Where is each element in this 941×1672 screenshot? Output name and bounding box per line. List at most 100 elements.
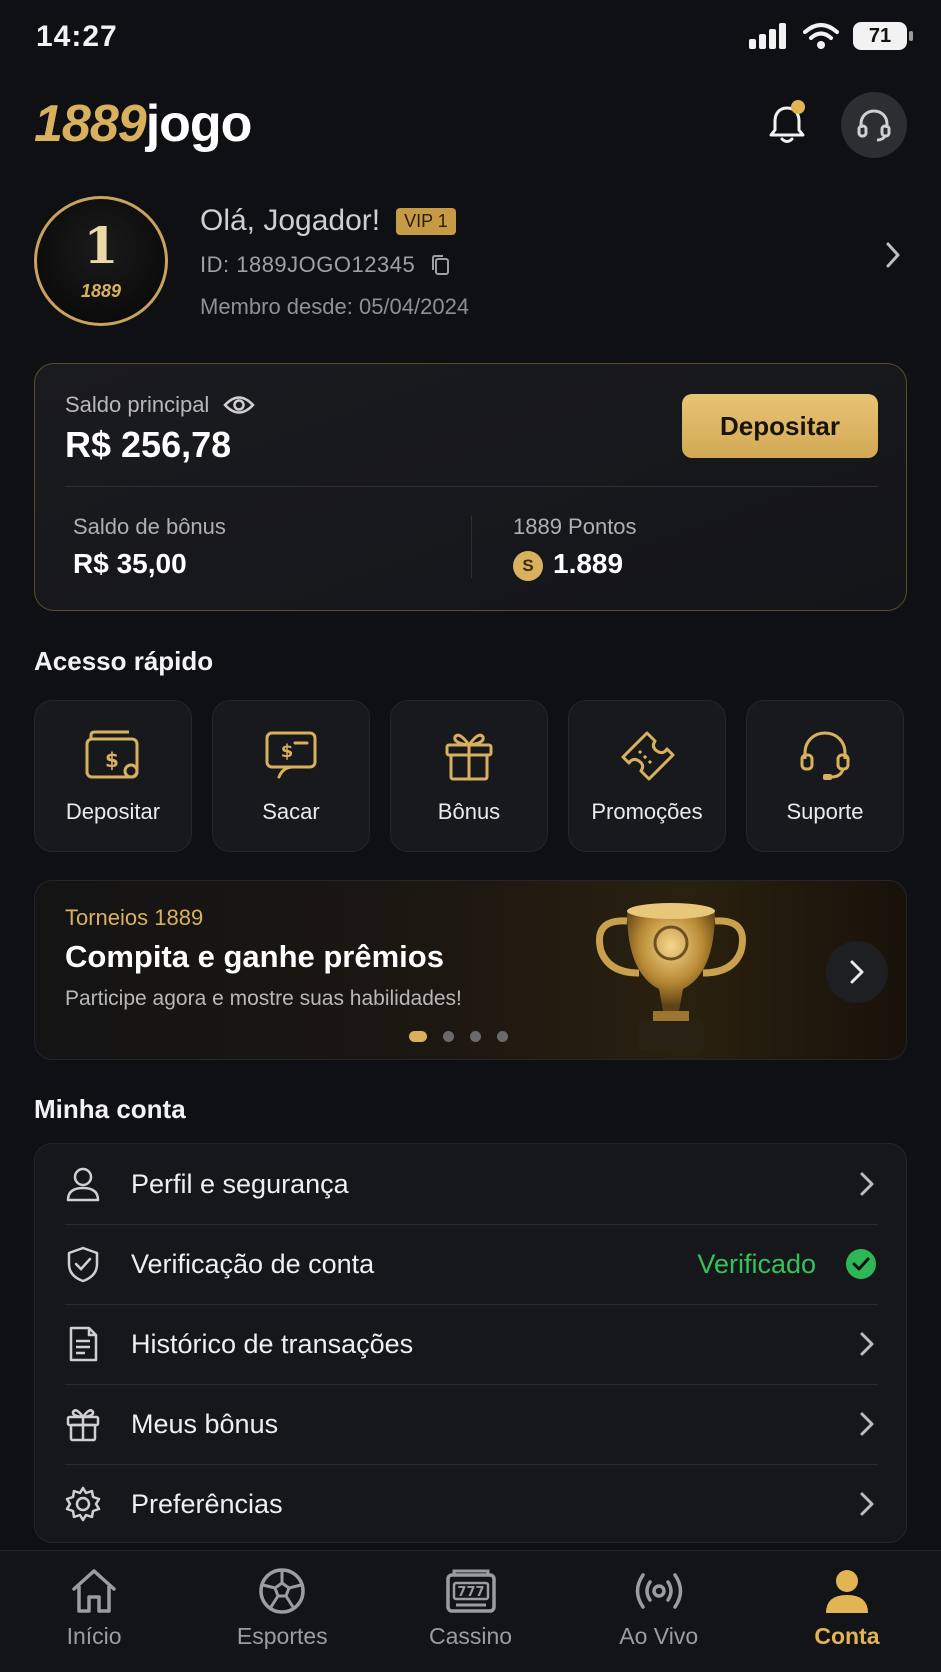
menu-item-label: Perfil e segurança [131,1168,349,1199]
quick-deposit-label: Depositar [65,799,161,824]
menu-item-label: Meus bônus [131,1408,279,1439]
logo-number: 1889 [34,95,147,153]
banner-next-button[interactable] [826,941,888,1003]
status-icons: 71 [749,22,913,50]
logo-text: jogo [145,95,253,153]
user-id: ID: 1889JOGO12345 [200,252,453,278]
wallet-icon: $ [85,730,139,779]
tournament-banner[interactable]: Torneios 1889 Compita e ganhe prêmios Pa… [34,880,907,1060]
main-balance-value: R$ 256,78 [65,424,232,465]
copy-icon[interactable] [429,253,453,277]
divider [65,486,878,487]
signal-icon [749,23,786,49]
check-circle-icon [846,1249,876,1279]
deposit-button[interactable]: Depositar [682,394,878,458]
headset-icon [857,109,891,142]
quick-promotions-label: Promoções [591,799,703,824]
menu-item-profile-security[interactable]: Perfil e segurança [35,1144,906,1224]
carousel-dot[interactable] [497,1031,508,1042]
menu-item-transaction-history[interactable]: Histórico de transações [35,1304,906,1384]
member-since: Membro desde: 05/04/2024 [200,294,470,319]
greeting: Olá, Jogador! VIP 1 [200,204,456,238]
quick-access-title: Acesso rápido [34,646,214,676]
wifi-icon [803,23,839,49]
nav-home[interactable]: Início [0,1551,188,1672]
avatar-level: 1 [83,215,119,275]
withdraw-icon: $ [265,731,317,779]
quick-support-label: Suporte [786,799,864,824]
carousel-dot[interactable] [409,1031,427,1042]
eye-icon[interactable] [223,394,256,416]
nav-casino[interactable]: 777 Cassino [376,1551,564,1672]
quick-access-grid: $ Depositar $ Sacar Bônus Promoções Supo… [34,700,907,852]
gift-icon [66,1409,100,1442]
profile-summary[interactable]: 1 1889 Olá, Jogador! VIP 1 ID: 1889JOGO1… [34,196,907,326]
user-id-text: ID: 1889JOGO12345 [200,252,416,277]
nav-label: Conta [814,1623,880,1649]
chevron-right-icon [850,960,864,984]
banner-tag: Torneios 1889 [65,905,204,930]
points-value-text: 1.889 [553,548,624,579]
notification-badge [791,100,805,114]
chevron-right-icon [860,1332,874,1356]
chevron-right-icon [860,1172,874,1196]
carousel-dot[interactable] [443,1031,454,1042]
svg-text:$: $ [105,748,119,772]
shield-icon [67,1246,99,1283]
nav-label: Esportes [236,1623,328,1649]
chevron-right-icon [860,1492,874,1516]
bonus-balance-value: R$ 35,00 [73,548,187,579]
gift-icon [445,733,493,781]
quick-support-button[interactable]: Suporte [746,700,904,852]
greeting-text: Olá, Jogador! [200,204,381,237]
nav-label: Início [66,1623,122,1649]
quick-promotions-button[interactable]: Promoções [568,700,726,852]
banner-title: Compita e ganhe prêmios [65,939,444,974]
chevron-right-icon [886,242,900,268]
quick-deposit-button[interactable]: $ Depositar [34,700,192,852]
svg-text:$: $ [281,741,294,762]
avatar: 1 1889 [34,196,168,326]
quick-bonus-button[interactable]: Bônus [390,700,548,852]
nav-label: Ao Vivo [619,1623,699,1649]
document-icon [69,1326,98,1362]
menu-item-label: Verificação de conta [131,1248,375,1279]
slot-machine-icon: 777 [445,1569,496,1613]
vip-badge: VIP 1 [396,207,456,235]
coin-icon: S [513,550,543,581]
main-balance-label-text: Saldo principal [65,392,210,417]
menu-item-account-verification[interactable]: Verificação de conta Verificado [35,1224,906,1304]
status-time: 14:27 [36,20,118,53]
soccer-ball-icon [259,1568,306,1614]
points-value: S 1.889 [513,548,623,581]
banner-subtitle: Participe agora e mostre suas habilidade… [65,987,462,1010]
account-section-title: Minha conta [34,1094,186,1124]
svg-text:777: 777 [457,1585,484,1600]
app-header: 1889jogo [34,88,907,160]
trophy-icon [596,903,746,1051]
quick-withdraw-button[interactable]: $ Sacar [212,700,370,852]
verification-status: Verificado [697,1248,816,1279]
status-bar: 14:27 71 [0,0,941,78]
home-icon [72,1569,116,1613]
nav-sports[interactable]: Esportes [188,1551,376,1672]
bottom-navigation: Início Esportes 777 Cassino Ao Vivo Cont… [0,1550,941,1672]
nav-live[interactable]: Ao Vivo [565,1551,753,1672]
main-balance-label: Saldo principal [65,392,256,418]
carousel-dot[interactable] [470,1031,481,1042]
account-menu: Perfil e segurança Verificação de conta … [34,1143,907,1543]
gear-icon [65,1486,101,1522]
menu-item-preferences[interactable]: Preferências [35,1464,906,1542]
menu-item-label: Histórico de transações [131,1328,414,1359]
nav-account[interactable]: Conta [753,1551,941,1672]
user-icon [66,1167,100,1202]
brand-logo[interactable]: 1889jogo [34,94,253,154]
nav-label: Cassino [428,1623,513,1649]
quick-withdraw-label: Sacar [262,799,320,824]
support-button[interactable] [841,92,907,158]
menu-item-my-bonuses[interactable]: Meus bônus [35,1384,906,1464]
points-label: 1889 Pontos [513,514,637,539]
bonus-balance-label: Saldo de bônus [73,514,226,539]
menu-item-label: Preferências [131,1488,283,1519]
headset-icon [800,731,850,780]
